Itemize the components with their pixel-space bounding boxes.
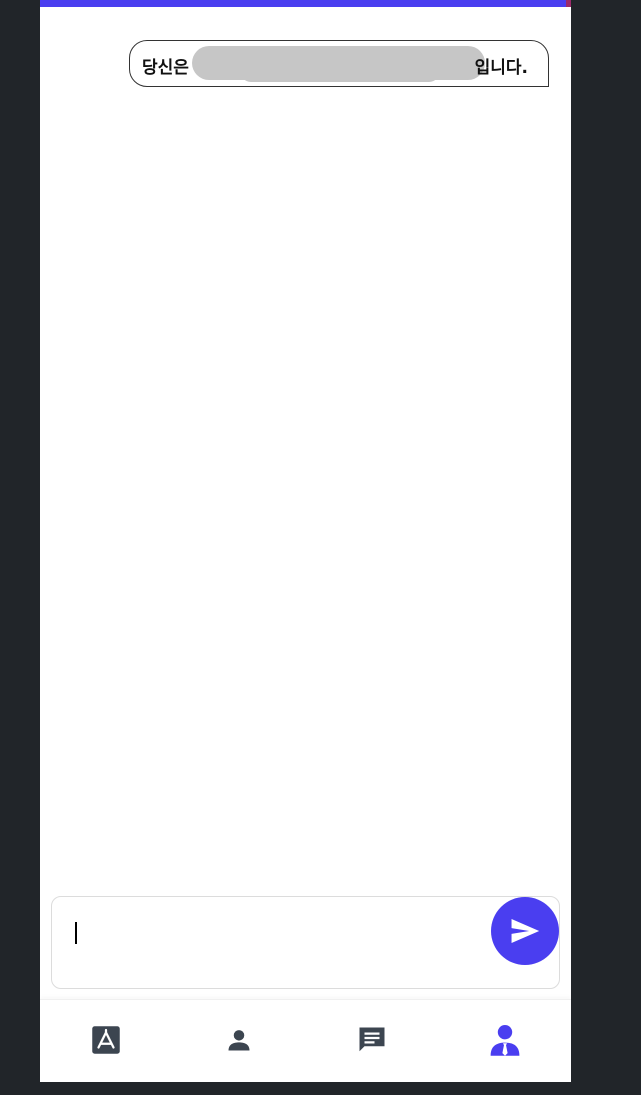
top-bar-corner: [566, 0, 571, 7]
send-icon: [511, 918, 540, 944]
person-icon: [228, 1030, 250, 1051]
message-input[interactable]: [68, 911, 478, 975]
chat-icon: [359, 1027, 385, 1052]
text-caret: [75, 922, 77, 944]
message-composer: [51, 896, 560, 989]
nav-item-profile[interactable]: [219, 1020, 259, 1060]
nav-item-chat[interactable]: [352, 1020, 392, 1060]
message-suffix: 입니다.: [474, 58, 528, 78]
chat-message-bubble: 당신은 입니다.: [129, 40, 549, 87]
user-tie-icon: [490, 1024, 520, 1056]
nav-item-apps[interactable]: [86, 1020, 126, 1060]
message-prefix: 당신은: [142, 58, 189, 78]
app-screen: 당신은 입니다.: [40, 0, 571, 1082]
nav-item-counselor[interactable]: [485, 1020, 525, 1060]
top-accent-bar: [40, 0, 571, 7]
redacted-text-smudge: [240, 60, 440, 82]
app-store-icon: [92, 1026, 120, 1054]
bottom-navigation: [40, 999, 571, 1082]
send-button[interactable]: [491, 897, 559, 965]
